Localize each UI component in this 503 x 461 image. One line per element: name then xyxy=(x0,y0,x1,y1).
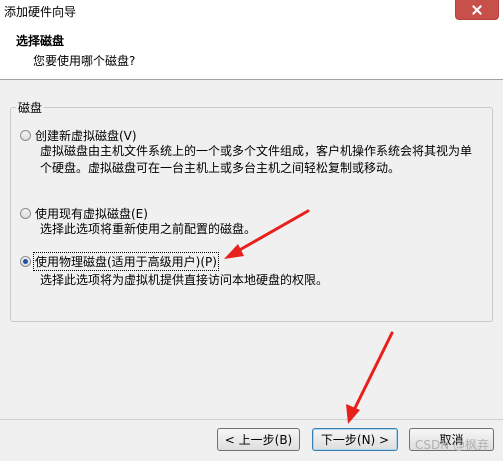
radio-label[interactable]: 使用物理磁盘(适用于高级用户)(P) xyxy=(33,252,219,271)
title-bar: 添加硬件向导 xyxy=(0,0,503,22)
watermark: CSDN @枫弃 xyxy=(414,438,489,452)
radio-button-selected[interactable] xyxy=(20,256,31,267)
back-button[interactable]: < 上一步(B) xyxy=(217,428,300,451)
radio-label[interactable]: 创建新虚拟磁盘(V) xyxy=(34,127,138,144)
radio-button[interactable] xyxy=(20,208,31,219)
radio-label[interactable]: 使用现有虚拟磁盘(E) xyxy=(34,205,149,222)
annotation-arrow-next-button xyxy=(346,331,394,424)
description-line: 个硬盘。虚拟磁盘可在一台主机上或多台主机之间轻松复制或移动。 xyxy=(40,161,401,175)
radio-use-existing-virtual-disk[interactable]: 使用现有虚拟磁盘(E) xyxy=(20,205,149,222)
groupbox-legend: 磁盘 xyxy=(16,99,45,116)
radio-use-physical-disk[interactable]: 使用物理磁盘(适用于高级用户)(P) xyxy=(20,252,219,271)
radio-button[interactable] xyxy=(20,130,31,141)
page-title: 选择磁盘 xyxy=(16,34,65,48)
divider xyxy=(0,419,503,420)
window-title: 添加硬件向导 xyxy=(4,5,77,19)
page-subtitle: 您要使用哪个磁盘? xyxy=(33,54,136,68)
description-line: 选择此选项将为虚拟机提供直接访问本地硬盘的权限。 xyxy=(40,273,329,287)
add-hardware-wizard-window: 添加硬件向导 选择磁盘 您要使用哪个磁盘? 磁盘 创建新虚拟磁盘(V) 虚拟磁盘… xyxy=(0,0,503,461)
description-line: 虚拟磁盘由主机文件系统上的一个或多个文件组成，客户机操作系统会将其视为单 xyxy=(40,144,473,158)
option-description: 选择此选项将为虚拟机提供直接访问本地硬盘的权限。 xyxy=(40,272,328,289)
description-line: 选择此选项将重新使用之前配置的磁盘。 xyxy=(40,222,257,236)
wizard-header: 选择磁盘 您要使用哪个磁盘? xyxy=(0,22,503,80)
option-description: 选择此选项将重新使用之前配置的磁盘。 xyxy=(40,221,256,238)
option-description: 虚拟磁盘由主机文件系统上的一个或多个文件组成，客户机操作系统会将其视为单 个硬盘… xyxy=(40,143,472,177)
next-button[interactable]: 下一步(N) > xyxy=(312,428,398,451)
close-button[interactable] xyxy=(455,0,499,20)
radio-create-new-virtual-disk[interactable]: 创建新虚拟磁盘(V) xyxy=(20,127,138,144)
